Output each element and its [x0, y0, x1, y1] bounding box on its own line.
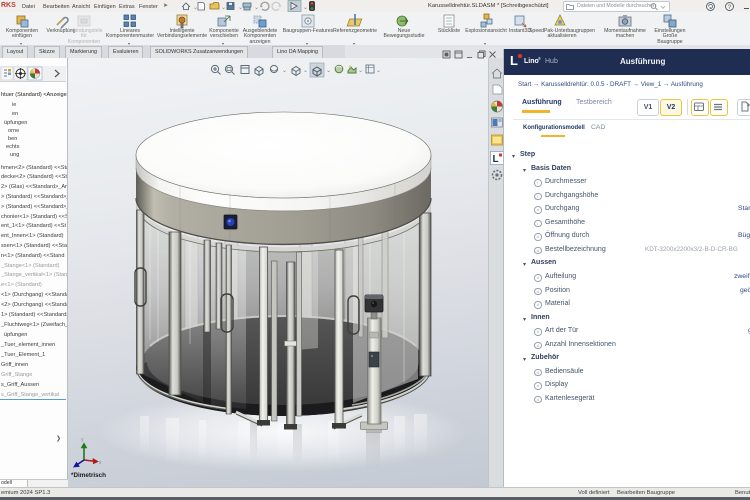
svg-text:⌄: ⌄ — [282, 68, 287, 74]
svg-text:⌄: ⌄ — [376, 68, 381, 74]
svg-text:y: y — [81, 437, 84, 443]
svg-text:⌄: ⌄ — [193, 5, 198, 11]
svg-text:⌄: ⌄ — [254, 5, 259, 11]
svg-text:L: L — [493, 154, 499, 165]
svg-text:⌄: ⌄ — [238, 5, 243, 11]
svg-text:⌄: ⌄ — [303, 68, 308, 74]
svg-text:⌄: ⌄ — [303, 5, 308, 11]
svg-text:x: x — [99, 460, 102, 466]
svg-text:⌄: ⌄ — [358, 68, 363, 74]
svg-text:⌄: ⌄ — [326, 68, 331, 74]
svg-text:⌄: ⌄ — [221, 5, 226, 11]
